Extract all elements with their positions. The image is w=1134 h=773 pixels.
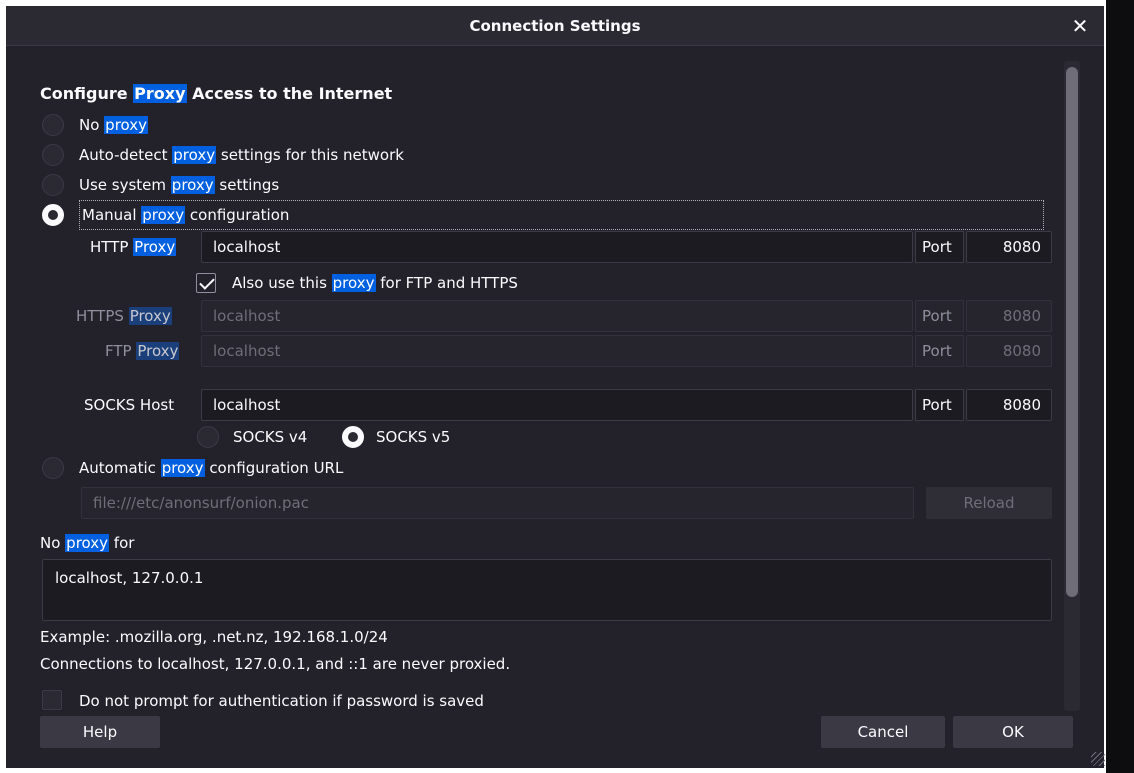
screen: Connection Settings ✕ Configure Proxy Ac…	[0, 0, 1134, 773]
radio-no-proxy[interactable]	[42, 114, 64, 136]
help-button[interactable]: Help	[40, 716, 160, 748]
ftp-port-label: Port	[915, 335, 964, 367]
http-port-label: Port	[915, 231, 964, 263]
cancel-button[interactable]: Cancel	[821, 716, 945, 748]
socks-port-label: Port	[915, 389, 964, 421]
https-proxy-label: HTTPS Proxy	[76, 307, 172, 325]
close-icon[interactable]: ✕	[1068, 14, 1092, 38]
also-use-checkbox[interactable]	[196, 273, 216, 293]
https-proxy-input[interactable]: localhost	[201, 300, 913, 332]
no-proxy-for-label: No proxy for	[40, 534, 135, 552]
connection-settings-dialog: Connection Settings ✕ Configure Proxy Ac…	[6, 6, 1105, 768]
ftp-port-input[interactable]: 8080	[966, 335, 1052, 367]
radio-auto-detect-label[interactable]: Auto-detect proxy settings for this netw…	[79, 145, 404, 165]
ftp-proxy-label: FTP Proxy	[105, 342, 180, 360]
ok-button[interactable]: OK	[953, 716, 1073, 748]
radio-socks-v4[interactable]	[197, 426, 219, 448]
socks-host-input[interactable]: localhost	[201, 389, 913, 421]
socks-host-label: SOCKS Host	[84, 396, 175, 414]
reload-button[interactable]: Reload	[926, 487, 1052, 519]
scrollbar-thumb[interactable]	[1066, 67, 1078, 597]
radio-auto-detect[interactable]	[42, 144, 64, 166]
example-text: Example: .mozilla.org, .net.nz, 192.168.…	[40, 628, 388, 646]
radio-no-proxy-label[interactable]: No proxy	[79, 115, 149, 135]
http-port-input[interactable]: 8080	[966, 231, 1052, 263]
http-proxy-input[interactable]: localhost	[201, 231, 913, 263]
no-prompt-checkbox[interactable]	[42, 690, 62, 710]
dialog-titlebar: Connection Settings ✕	[6, 6, 1104, 46]
also-use-label[interactable]: Also use this proxy for FTP and HTTPS	[232, 273, 518, 293]
section-heading: Configure Proxy Access to the Internet	[40, 84, 393, 103]
socks-port-input[interactable]: 8080	[966, 389, 1052, 421]
radio-auto-url[interactable]	[42, 457, 64, 479]
radio-use-system-label[interactable]: Use system proxy settings	[79, 175, 279, 195]
pac-url-input[interactable]: file:///etc/anonsurf/onion.pac	[81, 487, 914, 519]
socks-v4-label[interactable]: SOCKS v4	[233, 427, 307, 447]
radio-manual[interactable]	[42, 204, 64, 226]
radio-socks-v5[interactable]	[342, 426, 364, 448]
https-port-input[interactable]: 8080	[966, 300, 1052, 332]
no-proxy-for-value: localhost, 127.0.0.1	[55, 569, 204, 587]
resize-grip-icon[interactable]	[1091, 752, 1105, 766]
ftp-proxy-input[interactable]: localhost	[201, 335, 913, 367]
socks-v5-label[interactable]: SOCKS v5	[376, 427, 450, 447]
dialog-title: Connection Settings	[469, 17, 641, 35]
radio-use-system[interactable]	[42, 174, 64, 196]
radio-manual-label[interactable]: Manual proxy configuration	[82, 205, 289, 225]
background-window	[1106, 0, 1134, 773]
no-prompt-label[interactable]: Do not prompt for authentication if pass…	[79, 691, 484, 711]
scrollbar[interactable]	[1064, 61, 1080, 711]
https-port-label: Port	[915, 300, 964, 332]
never-proxied-text: Connections to localhost, 127.0.0.1, and…	[40, 655, 511, 673]
http-proxy-label: HTTP Proxy	[90, 238, 177, 256]
radio-auto-url-label[interactable]: Automatic proxy configuration URL	[79, 458, 343, 478]
no-proxy-for-textarea[interactable]: localhost, 127.0.0.1	[42, 559, 1052, 621]
